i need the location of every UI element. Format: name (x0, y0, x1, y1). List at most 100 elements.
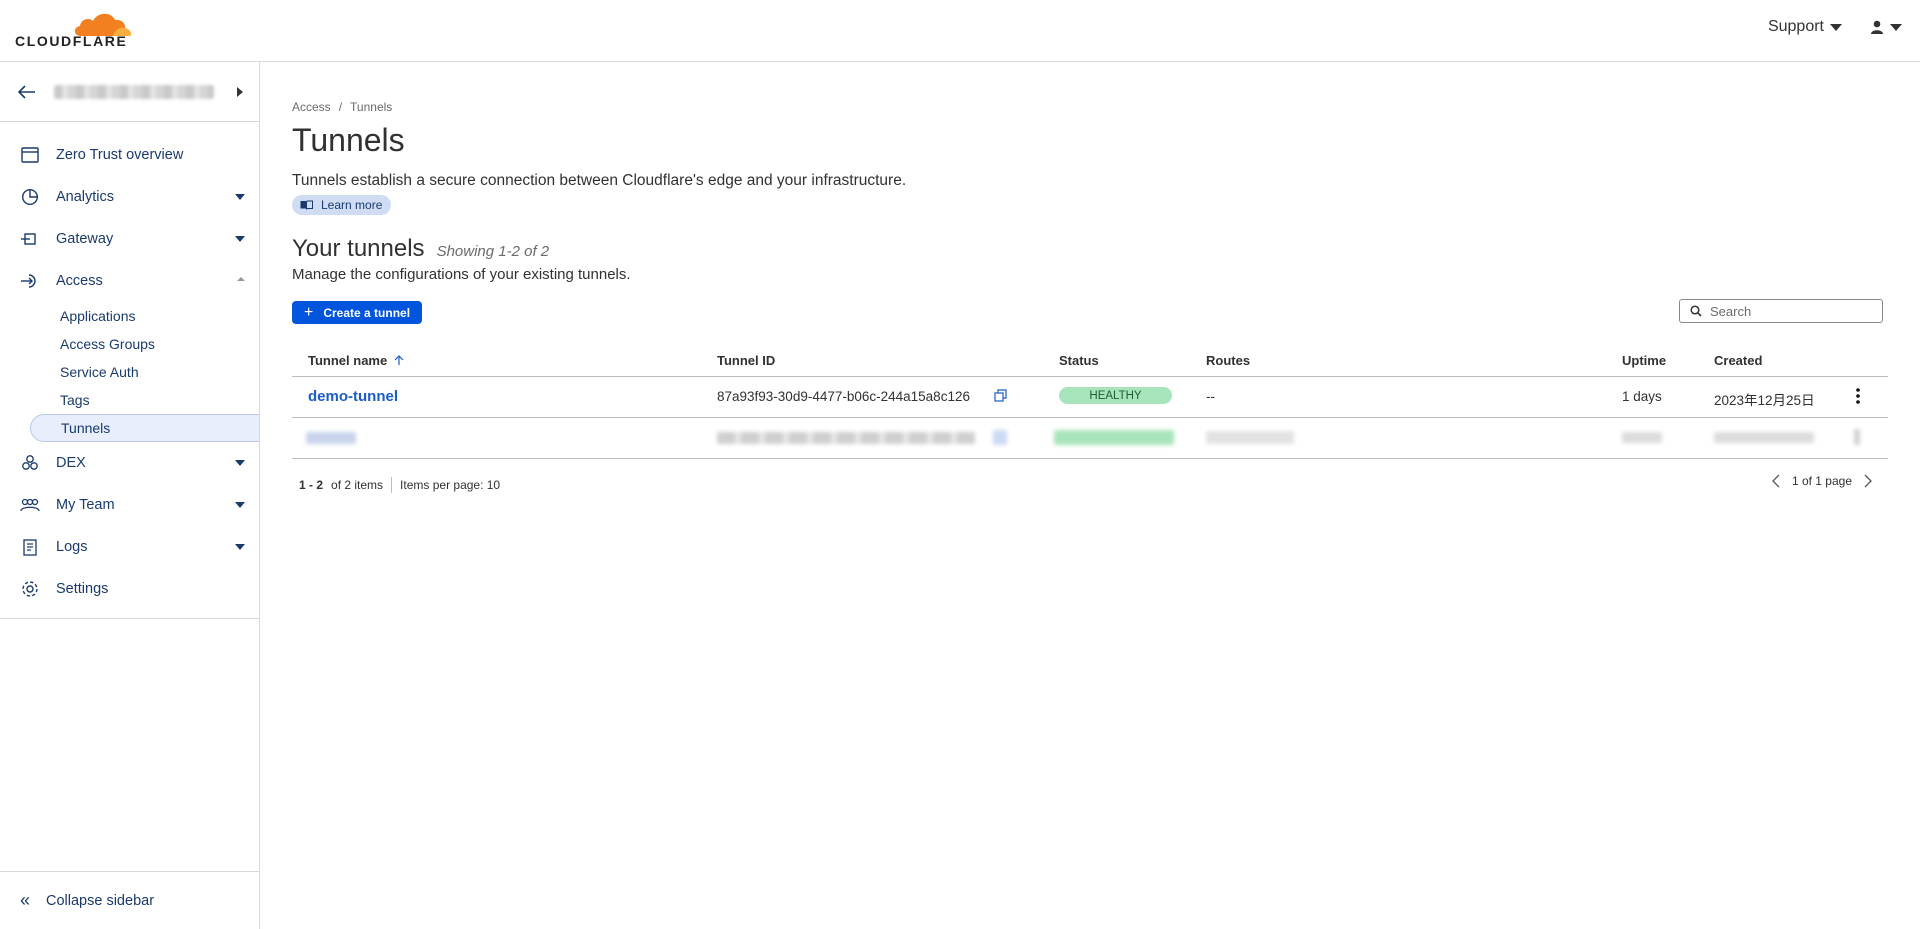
arrow-left-icon[interactable] (18, 84, 36, 99)
logo-text: CLOUDFLARE (15, 33, 128, 49)
search-icon (1690, 305, 1702, 317)
redacted-tunnel-name (306, 432, 356, 444)
support-menu[interactable]: Support (1768, 18, 1842, 36)
chevron-right-icon (1864, 474, 1872, 488)
tunnel-id: 87a93f93-30d9-4477-b06c-244a15a8c126 (717, 389, 970, 404)
pagination-summary: 1 - 2 of 2 items Items per page: 10 (299, 477, 500, 493)
uptime-value: 1 days (1622, 389, 1662, 404)
sidebar-item-analytics[interactable]: Analytics (0, 176, 259, 218)
user-icon (1871, 20, 1883, 34)
chevron-up-icon (237, 277, 245, 281)
search-box[interactable] (1679, 299, 1883, 323)
sidebar-item-label: Settings (56, 581, 109, 597)
learn-more-link[interactable]: Learn more (292, 195, 392, 215)
sidebar-item-label: Access (56, 273, 103, 289)
redacted-created (1714, 432, 1814, 443)
prev-page-button[interactable] (1772, 474, 1780, 488)
collapse-sidebar-button[interactable]: « Collapse sidebar (0, 871, 260, 929)
book-icon (300, 200, 313, 210)
access-submenu: Applications Access Groups Service Auth … (0, 302, 259, 442)
learn-more-label: Learn more (321, 198, 383, 212)
chevron-left-icon (1772, 474, 1780, 488)
pagination-range: 1 - 2 (299, 478, 324, 492)
gear-icon (20, 579, 40, 599)
section-description: Manage the configurations of your existi… (292, 266, 631, 283)
sidebar-item-label: My Team (56, 497, 115, 513)
sidebar-subitem-service-auth[interactable]: Service Auth (0, 358, 259, 386)
chevron-right-icon (237, 87, 243, 97)
sidebar-subitem-access-groups[interactable]: Access Groups (0, 330, 259, 358)
plus-icon: + (304, 303, 314, 321)
sidebar-divider (0, 618, 260, 619)
pagination-total: of 2 items (331, 478, 384, 492)
table-header: Tunnel name Tunnel ID Status Routes Upti… (292, 344, 1888, 377)
column-header-tunnel-id: Tunnel ID (717, 353, 776, 368)
more-options-icon[interactable] (1856, 388, 1860, 404)
table-row: demo-tunnel 87a93f93-30d9-4477-b06c-244a… (292, 377, 1888, 418)
dex-icon (20, 453, 40, 473)
sidebar-item-gateway[interactable]: Gateway (0, 218, 259, 260)
access-icon (20, 271, 40, 291)
sidebar-item-label: Analytics (56, 189, 115, 205)
redacted-actions (1854, 429, 1860, 445)
column-header-tunnel-name[interactable]: Tunnel name (308, 353, 404, 368)
breadcrumb-access[interactable]: Access (292, 100, 331, 114)
sidebar-item-access[interactable]: Access (0, 260, 259, 302)
team-icon (20, 495, 40, 515)
page-info: 1 of 1 page (1791, 474, 1852, 488)
next-page-button[interactable] (1864, 474, 1872, 488)
search-input[interactable] (1710, 303, 1870, 319)
breadcrumb-current: Tunnels (350, 100, 393, 114)
create-tunnel-button[interactable]: + Create a tunnel (292, 301, 423, 324)
chevron-down-icon (1830, 23, 1842, 31)
page-description: Tunnels establish a secure connection be… (292, 172, 907, 189)
sidebar: Zero Trust overview Analytics Gateway Ac… (0, 62, 260, 929)
sidebar-item-label: Logs (56, 539, 88, 555)
chevron-down-icon (235, 194, 245, 200)
sidebar-item-label: DEX (56, 455, 86, 471)
section-header: Your tunnels Showing 1-2 of 2 (292, 235, 549, 263)
sidebar-item-settings[interactable]: Settings (0, 568, 259, 610)
showing-count: Showing 1-2 of 2 (436, 243, 550, 260)
copy-icon[interactable] (994, 389, 1007, 402)
status-badge: HEALTHY (1059, 387, 1172, 404)
pagination-separator (391, 477, 393, 493)
chevron-down-icon (235, 544, 245, 550)
redacted-copy-icon (993, 430, 1007, 445)
sidebar-item-logs[interactable]: Logs (0, 526, 259, 568)
column-header-uptime: Uptime (1622, 353, 1667, 368)
tunnels-table: Tunnel name Tunnel ID Status Routes Upti… (292, 344, 1888, 459)
logs-icon (20, 537, 40, 557)
collapse-sidebar-label: Collapse sidebar (46, 892, 155, 909)
items-per-page[interactable]: Items per page: 10 (400, 478, 500, 492)
pagination: 1 - 2 of 2 items Items per page: 10 1 of… (292, 474, 1882, 494)
sidebar-item-zero-trust-overview[interactable]: Zero Trust overview (0, 134, 259, 176)
chevron-down-icon (235, 460, 245, 466)
table-row-redacted (292, 418, 1888, 459)
sidebar-item-dex[interactable]: DEX (0, 442, 259, 484)
column-header-status: Status (1059, 353, 1099, 368)
double-chevron-left-icon: « (20, 890, 31, 910)
breadcrumb: Access / Tunnels (292, 100, 392, 114)
routes-value: -- (1206, 389, 1215, 404)
user-menu[interactable] (1870, 20, 1902, 34)
pagination-controls: 1 of 1 page (1772, 474, 1872, 488)
chevron-down-icon (235, 236, 245, 242)
sidebar-subitem-applications[interactable]: Applications (0, 302, 259, 330)
tunnel-name-link[interactable]: demo-tunnel (308, 388, 398, 405)
redacted-routes (1206, 431, 1294, 444)
created-value: 2023年12月25日 (1714, 393, 1815, 408)
top-bar: CLOUDFLARE Support (0, 0, 1920, 62)
sidebar-subitem-tunnels[interactable]: Tunnels (30, 414, 259, 442)
sidebar-nav: Zero Trust overview Analytics Gateway Ac… (0, 122, 259, 610)
gateway-icon (20, 229, 40, 249)
sidebar-item-label: Gateway (56, 231, 114, 247)
chevron-down-icon (1890, 23, 1902, 31)
column-header-routes: Routes (1206, 353, 1251, 368)
sidebar-item-my-team[interactable]: My Team (0, 484, 259, 526)
sidebar-subitem-tags[interactable]: Tags (0, 386, 259, 414)
column-header-created: Created (1714, 353, 1763, 368)
cloudflare-logo[interactable]: CLOUDFLARE (15, 8, 132, 49)
account-switcher[interactable] (0, 62, 259, 122)
breadcrumb-separator: / (338, 100, 343, 114)
